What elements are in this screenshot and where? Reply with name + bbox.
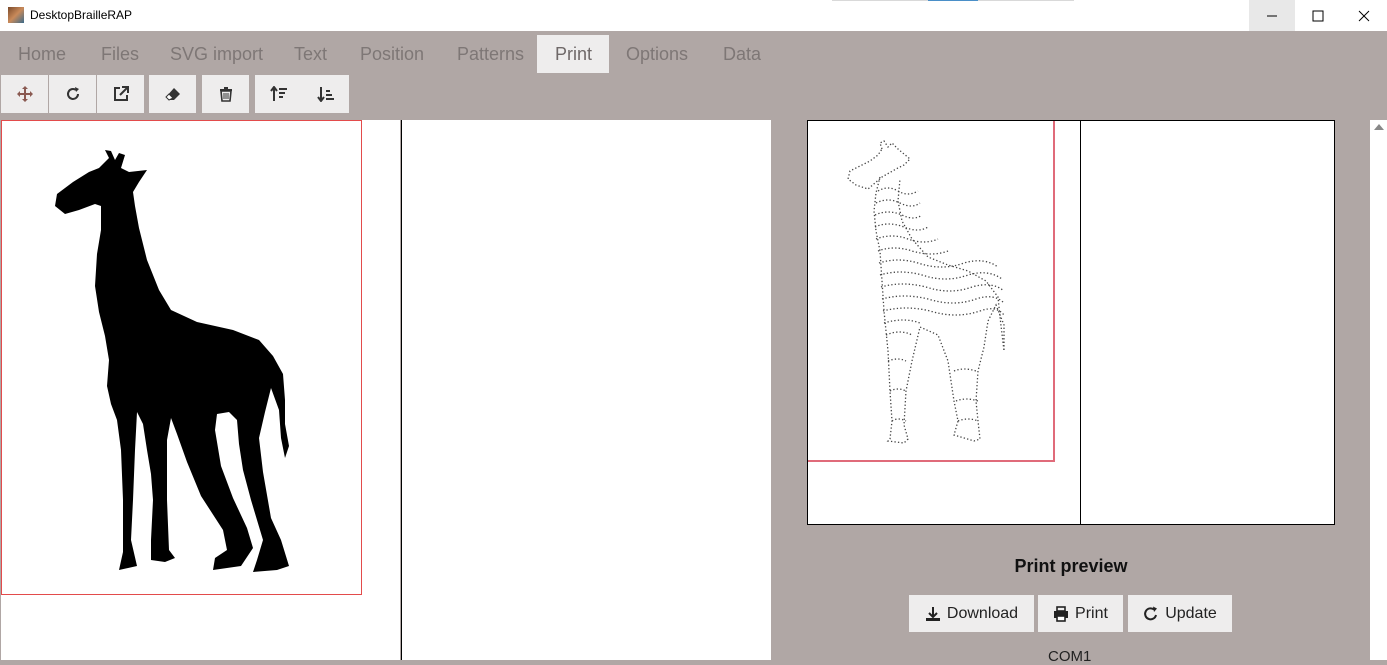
tab-print[interactable]: Print [537, 35, 609, 73]
update-button[interactable]: Update [1128, 595, 1232, 632]
tab-home[interactable]: Home [0, 35, 84, 73]
erase-button[interactable] [149, 75, 196, 113]
close-icon [1358, 10, 1370, 21]
refresh-button[interactable] [49, 75, 96, 113]
tab-options[interactable]: Options [608, 35, 706, 73]
sort-ascending-icon [269, 86, 287, 101]
minimize-button[interactable] [1249, 0, 1295, 31]
tab-files[interactable]: Files [83, 35, 157, 73]
braille-dot-giraffe [847, 140, 1005, 444]
delete-button[interactable] [202, 75, 249, 113]
update-label: Update [1165, 604, 1217, 622]
download-icon [925, 606, 940, 621]
scroll-up-icon[interactable] [1374, 124, 1384, 130]
giraffe-silhouette[interactable] [1, 120, 362, 595]
move-icon [16, 86, 33, 102]
tab-data[interactable]: Data [705, 35, 779, 73]
window-title: DesktopBrailleRAP [30, 8, 133, 22]
download-label: Download [946, 604, 1019, 622]
print-preview [807, 120, 1335, 525]
svg-canvas[interactable] [1, 120, 400, 660]
external-link-icon [113, 86, 129, 101]
close-button[interactable] [1341, 0, 1387, 31]
move-button[interactable] [1, 75, 48, 113]
printer-icon [1054, 605, 1069, 622]
preview-title: Print preview [1014, 556, 1128, 576]
vertical-scrollbar[interactable] [1370, 120, 1387, 660]
tab-position[interactable]: Position [342, 35, 442, 73]
tab-svg-import[interactable]: SVG import [152, 35, 281, 73]
refresh-icon [66, 87, 79, 100]
export-button[interactable] [97, 75, 144, 113]
tab-text[interactable]: Text [276, 35, 345, 73]
update-icon [1144, 606, 1158, 620]
app-icon [8, 7, 24, 23]
sort-descending-icon [316, 87, 334, 102]
print-label: Print [1075, 604, 1108, 622]
tab-bar: Home Files SVG import Text Position Patt… [0, 31, 1387, 73]
minimize-icon [1267, 15, 1277, 16]
tab-patterns[interactable]: Patterns [439, 35, 542, 73]
maximize-button[interactable] [1295, 0, 1341, 31]
sort-down-button[interactable] [302, 75, 349, 113]
download-button[interactable]: Download [909, 595, 1034, 632]
eraser-icon [164, 88, 180, 101]
sort-up-button[interactable] [255, 75, 302, 113]
title-bar: DesktopBrailleRAP [0, 0, 1387, 31]
print-button[interactable]: Print [1038, 595, 1123, 632]
trash-icon [219, 87, 232, 102]
maximize-icon [1312, 10, 1324, 21]
port-label: COM1 [1048, 648, 1092, 665]
text-area-pane [401, 120, 771, 660]
top-divider-accent [928, 0, 978, 1]
